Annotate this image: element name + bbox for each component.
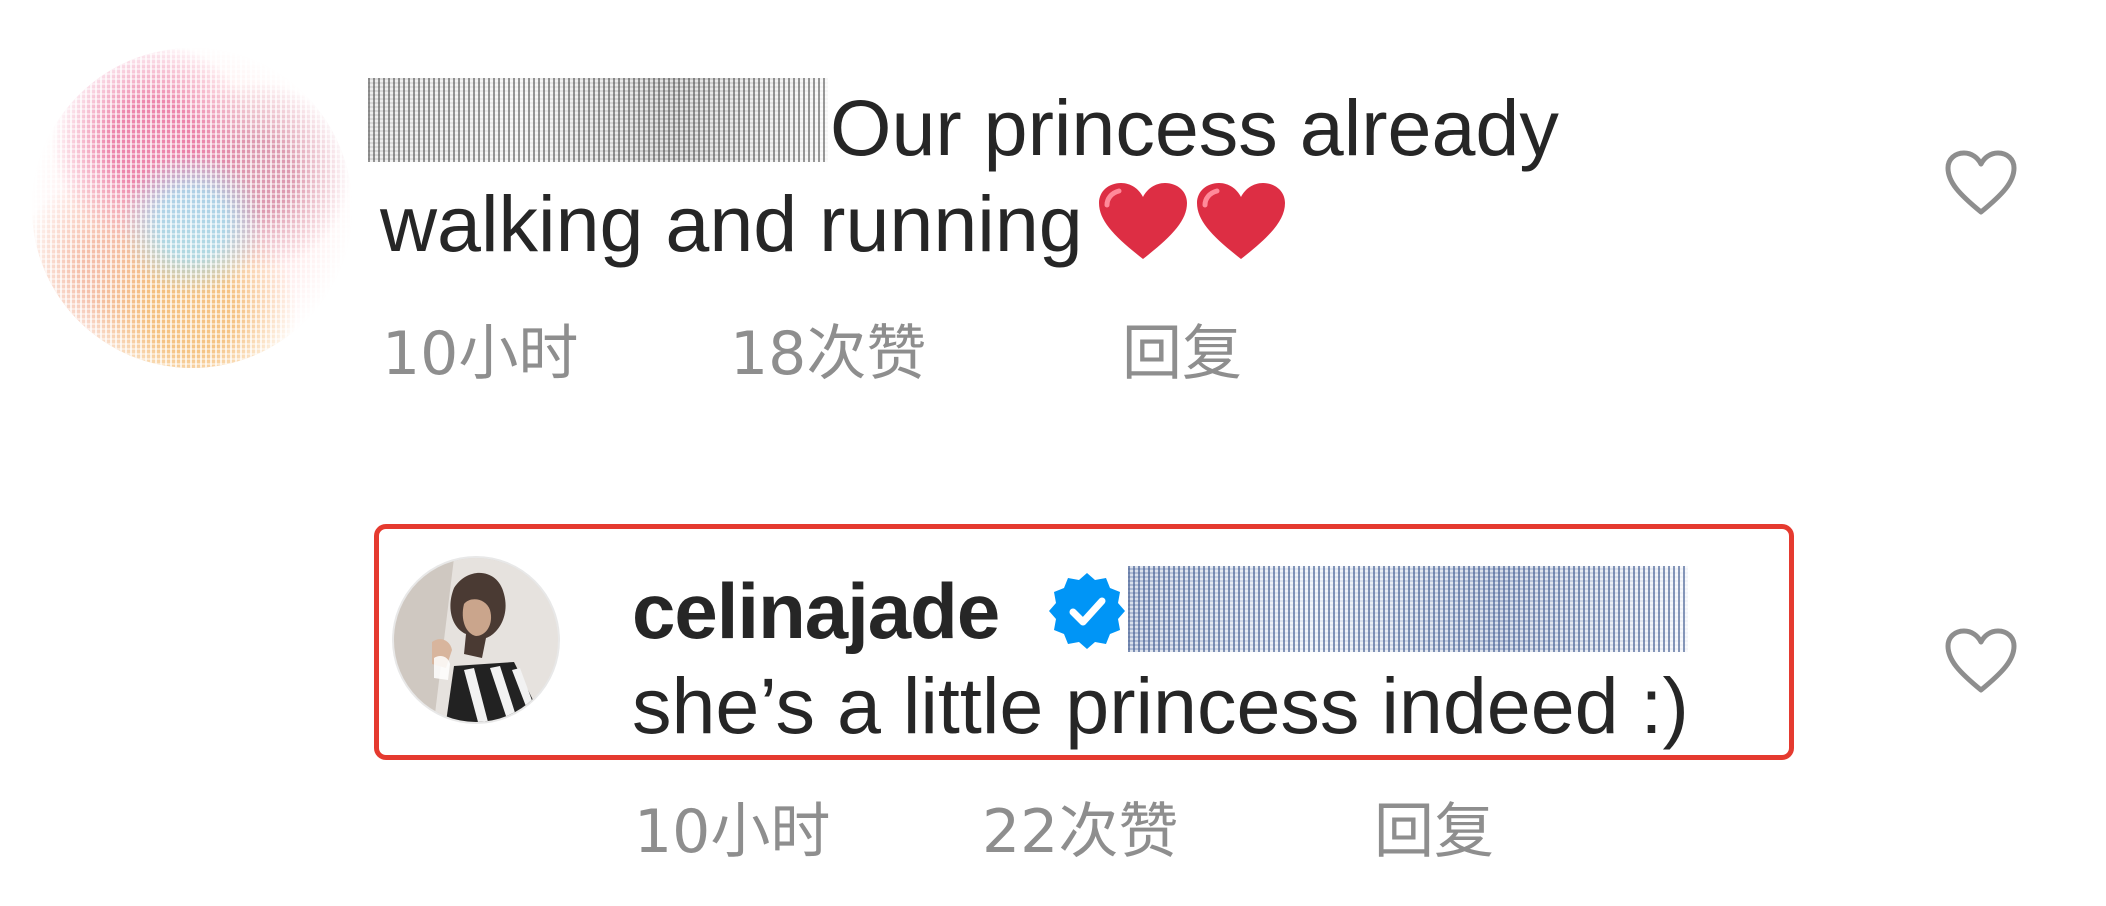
red-heart-emoji-icon [1097, 181, 1189, 261]
avatar[interactable] [392, 556, 560, 724]
comment-time: 10小时 [382, 319, 579, 389]
comment-thread: Our princess already walking and running… [0, 0, 2106, 906]
red-heart-emoji-icon [1195, 181, 1287, 261]
verified-badge-icon [1046, 570, 1128, 652]
heart-outline-icon[interactable] [1944, 628, 2018, 694]
comment-time: 10小时 [634, 797, 831, 867]
comment-meta: 10小时 18次赞 回复 [382, 314, 1242, 394]
comment-text-line: Our princess already [830, 83, 1559, 172]
comment-text-line: walking and running [380, 176, 1287, 272]
username[interactable]: celinajade [632, 566, 1000, 656]
comment-likes-count[interactable]: 22次赞 [982, 792, 1374, 872]
reply-button[interactable]: 回复 [1374, 792, 1494, 872]
comment-text: walking and running [380, 179, 1083, 268]
avatar-blurred[interactable] [32, 48, 352, 368]
username-mosaic [368, 78, 828, 162]
comment-text: she’s a little princess indeed :) [632, 661, 1689, 750]
heart-outline-icon[interactable] [1944, 150, 2018, 216]
comment-meta: 10小时 22次赞 回复 [634, 792, 1494, 872]
mention-mosaic [1128, 566, 1688, 652]
reply-button[interactable]: 回复 [1122, 314, 1242, 394]
comment-likes-count[interactable]: 18次赞 [730, 314, 1122, 394]
